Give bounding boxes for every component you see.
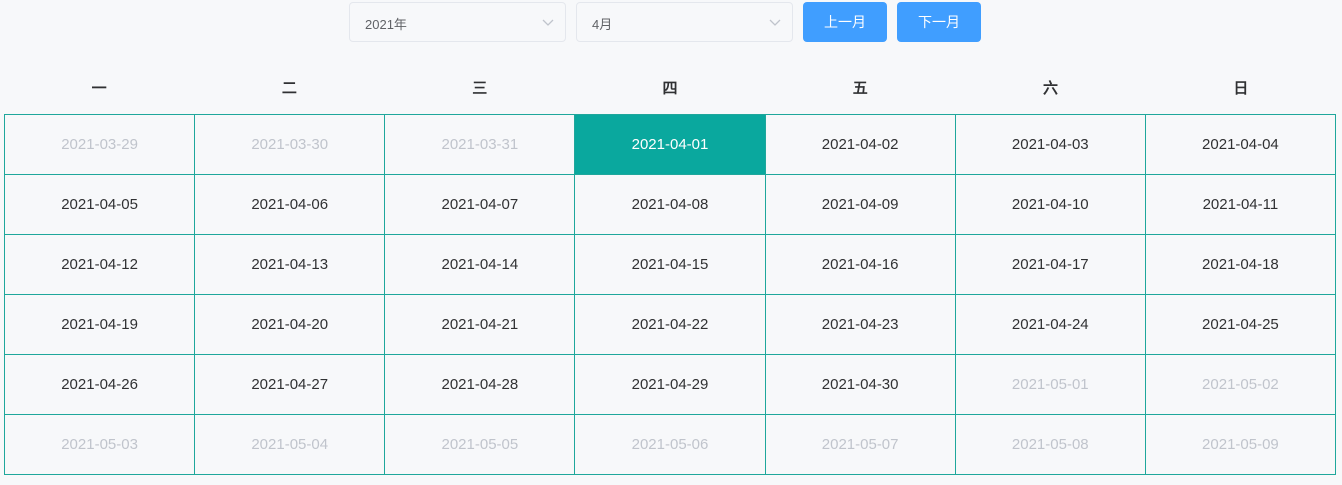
weekday-header: 一 二 三 四 五 六 日 [4,66,1336,112]
calendar-day-cell[interactable]: 2021-04-15 [575,235,766,295]
calendar-day-cell[interactable]: 2021-05-09 [1145,415,1336,475]
calendar-day-cell[interactable]: 2021-05-04 [195,415,386,475]
calendar-day-cell[interactable]: 2021-05-01 [955,355,1146,415]
calendar-grid: 2021-03-29 2021-03-30 2021-03-31 2021-04-01… [4,114,1336,475]
calendar-day-cell[interactable]: 2021-04-17 [955,235,1146,295]
calendar-toolbar: 2021年 4月 上一月 下一月 [349,2,991,42]
calendar-day-cell[interactable]: 2021-03-30 [195,115,386,175]
weekday-label: 六 [1043,80,1059,97]
chevron-down-icon [769,19,781,26]
weekday-label: 一 [91,80,107,97]
calendar-day-cell[interactable]: 2021-05-03 [5,415,196,475]
chevron-down-icon [542,19,554,26]
year-select[interactable]: 2021年 [349,2,566,42]
calendar-day-cell[interactable]: 2021-04-06 [195,175,386,235]
calendar-day-cell[interactable]: 2021-04-19 [5,295,196,355]
weekday-label: 三 [472,80,488,97]
calendar-day-cell[interactable]: 2021-04-10 [955,175,1146,235]
calendar-day-cell[interactable]: 2021-04-23 [765,295,956,355]
calendar-day-cell[interactable]: 2021-05-02 [1145,355,1336,415]
calendar-day-cell[interactable]: 2021-04-24 [955,295,1146,355]
next-month-button[interactable]: 下一月 [897,2,981,42]
calendar-day-cell[interactable]: 2021-04-12 [5,235,196,295]
calendar-day-cell[interactable]: 2021-04-14 [385,235,576,295]
calendar-day-cell[interactable]: 2021-04-18 [1145,235,1336,295]
year-select-value: 2021年 [365,17,407,32]
calendar-day-cell[interactable]: 2021-04-16 [765,235,956,295]
calendar-day-cell[interactable]: 2021-04-09 [765,175,956,235]
weekday-label: 四 [662,80,678,97]
calendar-day-cell[interactable]: 2021-04-29 [575,355,766,415]
calendar-day-cell-selected[interactable]: 2021-04-01 [575,115,766,175]
prev-month-button[interactable]: 上一月 [803,2,887,42]
calendar-day-cell[interactable]: 2021-04-03 [955,115,1146,175]
calendar-day-cell[interactable]: 2021-05-08 [955,415,1146,475]
calendar-day-cell[interactable]: 2021-04-25 [1145,295,1336,355]
calendar-day-cell[interactable]: 2021-04-27 [195,355,386,415]
calendar-day-cell[interactable]: 2021-04-28 [385,355,576,415]
calendar-day-cell[interactable]: 2021-04-04 [1145,115,1336,175]
calendar-day-cell[interactable]: 2021-04-11 [1145,175,1336,235]
calendar-day-cell[interactable]: 2021-04-05 [5,175,196,235]
month-select-value: 4月 [592,17,613,32]
calendar-day-cell[interactable]: 2021-03-31 [385,115,576,175]
weekday-label: 日 [1233,80,1249,97]
calendar-day-cell[interactable]: 2021-04-08 [575,175,766,235]
calendar-day-cell[interactable]: 2021-04-26 [5,355,196,415]
calendar-day-cell[interactable]: 2021-05-07 [765,415,956,475]
calendar-day-cell[interactable]: 2021-04-07 [385,175,576,235]
calendar-day-cell[interactable]: 2021-05-06 [575,415,766,475]
calendar-day-cell[interactable]: 2021-04-21 [385,295,576,355]
month-select[interactable]: 4月 [576,2,793,42]
calendar-day-cell[interactable]: 2021-04-22 [575,295,766,355]
calendar-day-cell[interactable]: 2021-05-05 [385,415,576,475]
calendar-day-cell[interactable]: 2021-04-30 [765,355,956,415]
weekday-label: 二 [281,80,297,97]
calendar-day-cell[interactable]: 2021-03-29 [5,115,196,175]
calendar-day-cell[interactable]: 2021-04-13 [195,235,386,295]
calendar-day-cell[interactable]: 2021-04-02 [765,115,956,175]
calendar-day-cell[interactable]: 2021-04-20 [195,295,386,355]
weekday-label: 五 [852,80,868,97]
